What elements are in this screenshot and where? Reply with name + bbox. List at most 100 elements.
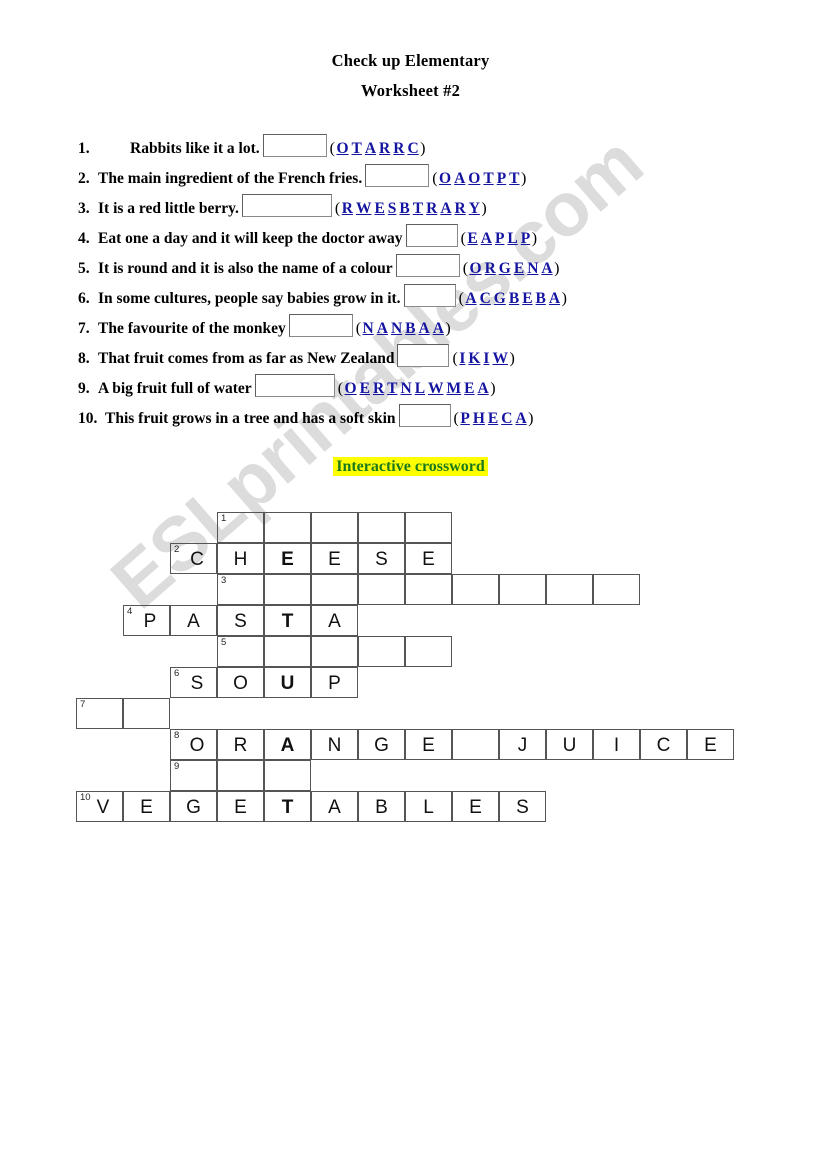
- crossword-cell[interactable]: C: [640, 729, 687, 760]
- question-number: 5.: [78, 260, 90, 278]
- paren-close: ): [481, 200, 487, 218]
- scramble-letter: W: [492, 350, 508, 368]
- crossword-cell[interactable]: S: [217, 605, 264, 636]
- answer-box[interactable]: [395, 254, 460, 277]
- crossword-cell[interactable]: 1: [217, 512, 264, 543]
- scramble-letter: A: [515, 410, 527, 428]
- crossword-cell[interactable]: S: [358, 543, 405, 574]
- crossword-cell[interactable]: I: [593, 729, 640, 760]
- crossword-cell[interactable]: [358, 574, 405, 605]
- crossword-cell[interactable]: S: [499, 791, 546, 822]
- crossword-cell[interactable]: U: [264, 667, 311, 698]
- scramble-letter: I: [459, 350, 466, 368]
- answer-box[interactable]: [398, 404, 451, 427]
- crossword-cell-letter: E: [422, 735, 435, 756]
- crossword-cell[interactable]: E: [217, 791, 264, 822]
- question-text: It is round and it is also the name of a…: [98, 260, 393, 278]
- crossword-cell[interactable]: N: [311, 729, 358, 760]
- question-row: 6. In some cultures, people say babies gr…: [0, 284, 821, 318]
- crossword-cell[interactable]: A: [264, 729, 311, 760]
- answer-box[interactable]: [288, 314, 353, 337]
- scramble-letter: O: [439, 170, 452, 188]
- answer-box[interactable]: [262, 134, 327, 157]
- crossword-cell[interactable]: E: [123, 791, 170, 822]
- crossword-cell[interactable]: [123, 698, 170, 729]
- crossword-cell[interactable]: [499, 574, 546, 605]
- crossword-cell[interactable]: 9: [170, 760, 217, 791]
- scramble-letter: P: [496, 170, 507, 188]
- crossword-cell[interactable]: [405, 512, 452, 543]
- crossword-cell[interactable]: [264, 636, 311, 667]
- scrambled-letters: (I K I W): [452, 350, 514, 368]
- scramble-letter: E: [374, 200, 385, 218]
- crossword-cell[interactable]: U: [546, 729, 593, 760]
- scramble-letter: N: [400, 380, 412, 398]
- crossword-cell[interactable]: [311, 574, 358, 605]
- crossword-cell[interactable]: E: [311, 543, 358, 574]
- crossword-cell[interactable]: A: [311, 605, 358, 636]
- paren-close: ): [554, 260, 560, 278]
- crossword-cell[interactable]: G: [170, 791, 217, 822]
- crossword-cell[interactable]: [452, 729, 499, 760]
- crossword-cell[interactable]: 5: [217, 636, 264, 667]
- crossword-cell[interactable]: [546, 574, 593, 605]
- crossword-cell[interactable]: 3: [217, 574, 264, 605]
- scramble-letter: N: [362, 320, 374, 338]
- crossword-cell[interactable]: A: [170, 605, 217, 636]
- crossword-cell-number: 4: [127, 606, 133, 617]
- answer-box[interactable]: [241, 194, 332, 217]
- crossword-cell[interactable]: [217, 760, 264, 791]
- crossword-cell[interactable]: 10 V: [76, 791, 123, 822]
- crossword-cell[interactable]: J: [499, 729, 546, 760]
- answer-box[interactable]: [365, 164, 430, 187]
- crossword-cell[interactable]: 6S: [170, 667, 217, 698]
- crossword-cell[interactable]: G: [358, 729, 405, 760]
- crossword-cell[interactable]: [452, 574, 499, 605]
- crossword-cell[interactable]: R: [217, 729, 264, 760]
- crossword-cell[interactable]: O: [217, 667, 264, 698]
- scramble-letter: R: [372, 380, 385, 398]
- crossword-cell[interactable]: A: [311, 791, 358, 822]
- crossword-cell[interactable]: [264, 512, 311, 543]
- crossword-cell[interactable]: E: [264, 543, 311, 574]
- crossword-cell[interactable]: [358, 636, 405, 667]
- question-text: Rabbits like it a lot.: [130, 140, 260, 158]
- paren-close: ): [528, 410, 534, 428]
- question-row: 10. This fruit grows in a tree and has a …: [0, 404, 821, 438]
- crossword-cell[interactable]: 8O: [170, 729, 217, 760]
- scrambled-letters: (O T A R R C): [330, 140, 426, 158]
- crossword-cell[interactable]: 7: [76, 698, 123, 729]
- question-list: 1. Rabbits like it a lot. (O T A R R C) 2. The ma…: [0, 134, 821, 438]
- crossword-cell[interactable]: 2C: [170, 543, 217, 574]
- crossword-cell[interactable]: 4P: [123, 605, 170, 636]
- scramble-letter: O: [336, 140, 349, 158]
- crossword-cell[interactable]: T: [264, 605, 311, 636]
- crossword-cell[interactable]: [311, 512, 358, 543]
- crossword-cell[interactable]: [593, 574, 640, 605]
- crossword-cell[interactable]: E: [405, 729, 452, 760]
- crossword-cell[interactable]: [405, 574, 452, 605]
- crossword-cell[interactable]: H: [217, 543, 264, 574]
- crossword-cell[interactable]: [358, 512, 405, 543]
- crossword-cell[interactable]: B: [358, 791, 405, 822]
- crossword-cell[interactable]: [405, 636, 452, 667]
- crossword-cell[interactable]: P: [311, 667, 358, 698]
- crossword-cell[interactable]: E: [687, 729, 734, 760]
- crossword-cell[interactable]: E: [452, 791, 499, 822]
- crossword-cell-number: 9: [174, 761, 180, 772]
- crossword-cell[interactable]: L: [405, 791, 452, 822]
- answer-box[interactable]: [403, 284, 456, 307]
- scramble-letter: E: [513, 260, 525, 278]
- crossword-cell[interactable]: T: [264, 791, 311, 822]
- crossword-cell-number: 2: [174, 544, 180, 555]
- scramble-letter: I: [483, 350, 490, 368]
- scramble-letter: A: [477, 380, 489, 398]
- crossword-cell-letter: O: [233, 673, 248, 694]
- crossword-cell[interactable]: E: [405, 543, 452, 574]
- answer-box[interactable]: [254, 374, 335, 397]
- crossword-cell[interactable]: [264, 760, 311, 791]
- crossword-cell[interactable]: [311, 636, 358, 667]
- answer-box[interactable]: [405, 224, 458, 247]
- answer-box[interactable]: [397, 344, 450, 367]
- crossword-cell[interactable]: [264, 574, 311, 605]
